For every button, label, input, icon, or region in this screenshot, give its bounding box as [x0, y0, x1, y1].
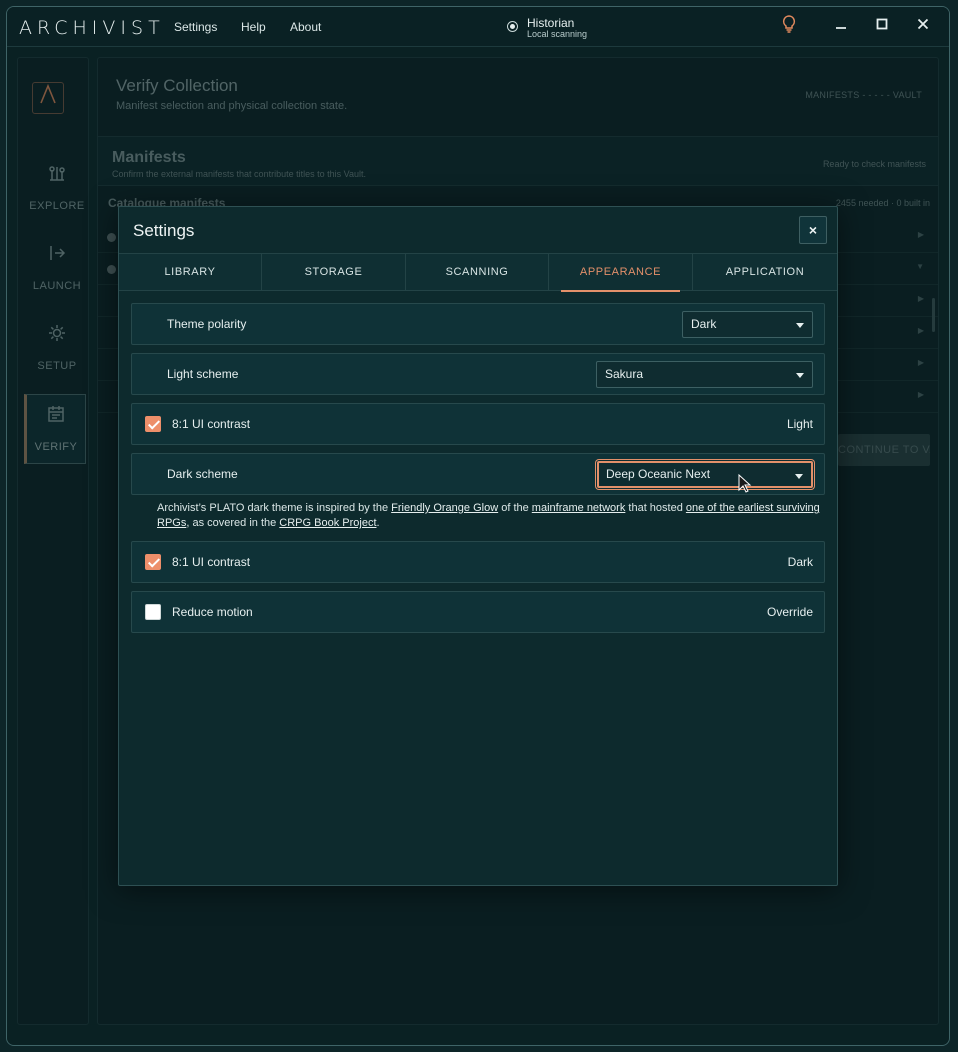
dark-scheme-row: Dark scheme Deep Oceanic Next [131, 453, 825, 495]
chevron-down-icon [796, 323, 804, 328]
select-value: Sakura [605, 367, 644, 381]
dialog-title: Settings [133, 221, 195, 240]
dark-contrast-row: 8:1 UI contrast Dark [131, 541, 825, 583]
reduce-motion-row: Reduce motion Override [131, 591, 825, 633]
light-scheme-select[interactable]: Sakura [596, 361, 813, 388]
chevron-down-icon [796, 373, 804, 378]
dark-scheme-label: Dark scheme [167, 467, 238, 481]
close-icon[interactable] [912, 15, 934, 37]
theme-description: Archivist’s PLATO dark theme is inspired… [157, 501, 827, 531]
profile-name: Historian [527, 16, 575, 30]
light-contrast-label: 8:1 UI contrast [172, 417, 251, 431]
light-contrast-checkbox[interactable] [145, 416, 161, 432]
dark-contrast-label: 8:1 UI contrast [172, 555, 251, 569]
light-scheme-label: Light scheme [167, 367, 239, 381]
tab-application[interactable]: APPLICATION [693, 254, 837, 291]
theme-polarity-label: Theme polarity [167, 317, 247, 331]
tab-scanning[interactable]: SCANNING [406, 254, 549, 291]
mainframe-network-link[interactable]: mainframe network [532, 502, 626, 514]
app-logo: ARCHIVIST [19, 17, 165, 39]
menu-help[interactable]: Help [241, 20, 266, 34]
maximize-icon[interactable] [871, 15, 893, 37]
description-text: . [376, 517, 380, 529]
tab-storage[interactable]: STORAGE [262, 254, 406, 291]
description-text: , as covered in the [186, 517, 280, 529]
description-text: Archivist’s PLATO dark theme is inspired… [157, 502, 392, 514]
profile-subtitle: Local scanning [527, 29, 588, 39]
minimize-icon[interactable] [830, 15, 852, 37]
theme-polarity-row: Theme polarity Dark [131, 303, 825, 345]
crpg-book-link[interactable]: CRPG Book Project [279, 517, 376, 529]
menu-about[interactable]: About [290, 20, 321, 34]
theme-polarity-select[interactable]: Dark [682, 311, 813, 338]
select-value: Deep Oceanic Next [606, 467, 711, 481]
lightbulb-icon[interactable] [778, 15, 800, 37]
mouse-cursor-icon [738, 473, 752, 494]
select-value: Dark [691, 317, 717, 331]
settings-tabs: LIBRARY STORAGE SCANNING APPEARANCE APPL… [119, 253, 837, 292]
light-contrast-row: 8:1 UI contrast Light [131, 403, 825, 445]
title-bar: ARCHIVIST Settings Help About Historian … [7, 7, 949, 47]
friendly-orange-glow-link[interactable]: Friendly Orange Glow [391, 502, 498, 514]
chevron-down-icon [795, 474, 803, 479]
menu-settings[interactable]: Settings [174, 20, 217, 34]
light-scheme-row: Light scheme Sakura [131, 353, 825, 395]
tab-library[interactable]: LIBRARY [119, 254, 262, 291]
tab-appearance[interactable]: APPEARANCE [549, 254, 693, 292]
light-contrast-mode: Light [786, 417, 813, 431]
reduce-motion-mode: Override [766, 605, 813, 619]
dark-contrast-mode: Dark [787, 555, 813, 569]
dark-scheme-select[interactable]: Deep Oceanic Next [597, 461, 813, 488]
settings-dialog: Settings × LIBRARY STORAGE SCANNING APPE… [118, 206, 838, 886]
radio-icon [507, 21, 518, 32]
reduce-motion-label: Reduce motion [172, 605, 253, 619]
description-text: that hosted [625, 502, 686, 514]
dark-contrast-checkbox[interactable] [145, 554, 161, 570]
close-dialog-button[interactable]: × [799, 216, 827, 244]
reduce-motion-checkbox[interactable] [145, 604, 161, 620]
description-text: of the [498, 502, 532, 514]
